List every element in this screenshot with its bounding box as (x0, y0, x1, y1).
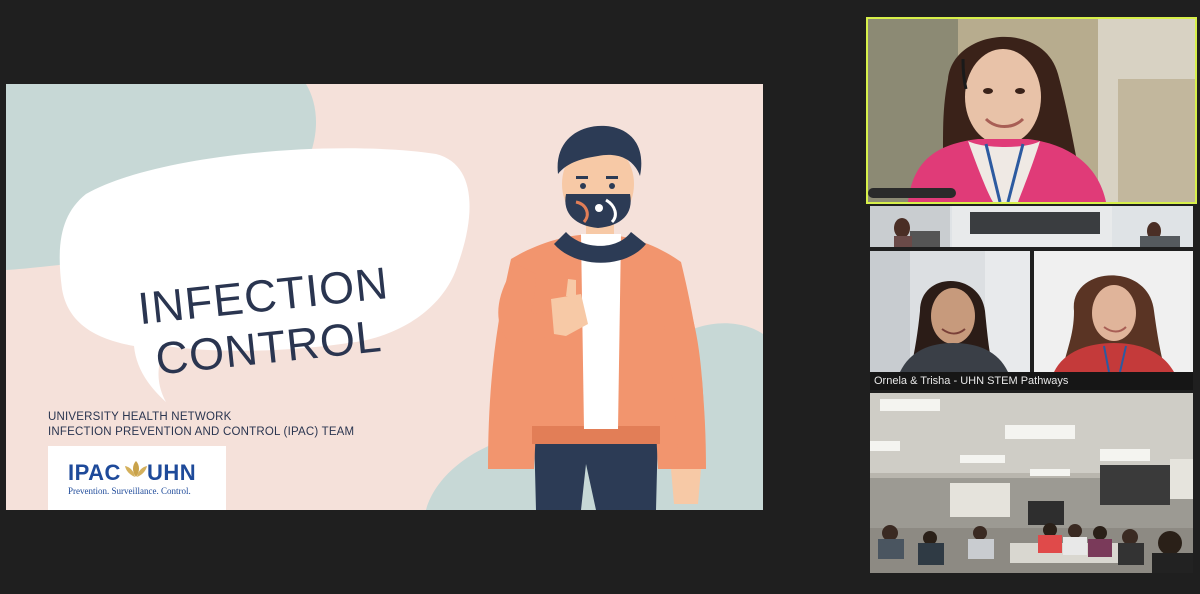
org-line-1: UNIVERSITY HEALTH NETWORK (48, 411, 232, 423)
speaker-name-pill (868, 188, 956, 198)
participant-video-right[interactable] (1034, 251, 1193, 372)
speaker-video-frame (868, 19, 1195, 202)
logo-text-left: IPAC (68, 460, 121, 485)
logo-tagline: Prevention. Surveillance. Control. (68, 486, 191, 496)
participant-video-left[interactable] (870, 251, 1030, 372)
org-line-2: INFECTION PREVENTION AND CONTROL (IPAC) … (48, 426, 355, 438)
right-pane-video-frame (1034, 251, 1193, 372)
classroom-video-frame (870, 393, 1193, 573)
organization-text: UNIVERSITY HEALTH NETWORK INFECTION PREV… (48, 410, 354, 440)
classroom-video[interactable] (870, 393, 1193, 573)
participant-name-label: Ornela & Trisha - UHN STEM Pathways (870, 372, 1193, 390)
participant-video-strip[interactable] (870, 206, 1193, 247)
masked-person-illustration (488, 125, 706, 510)
logo-text-right: UHN (146, 460, 197, 485)
ipac-uhn-logo: IPAC UHN Prevention. Surveillance. Contro… (48, 446, 226, 510)
strip-video-frame (870, 206, 1193, 247)
left-pane-video-frame (870, 251, 1030, 372)
active-speaker-video[interactable] (866, 17, 1197, 204)
leaf-icon (125, 461, 147, 477)
shared-slide: INFECTION CONTROL UNIVERSITY HEALTH NETW… (6, 84, 763, 510)
